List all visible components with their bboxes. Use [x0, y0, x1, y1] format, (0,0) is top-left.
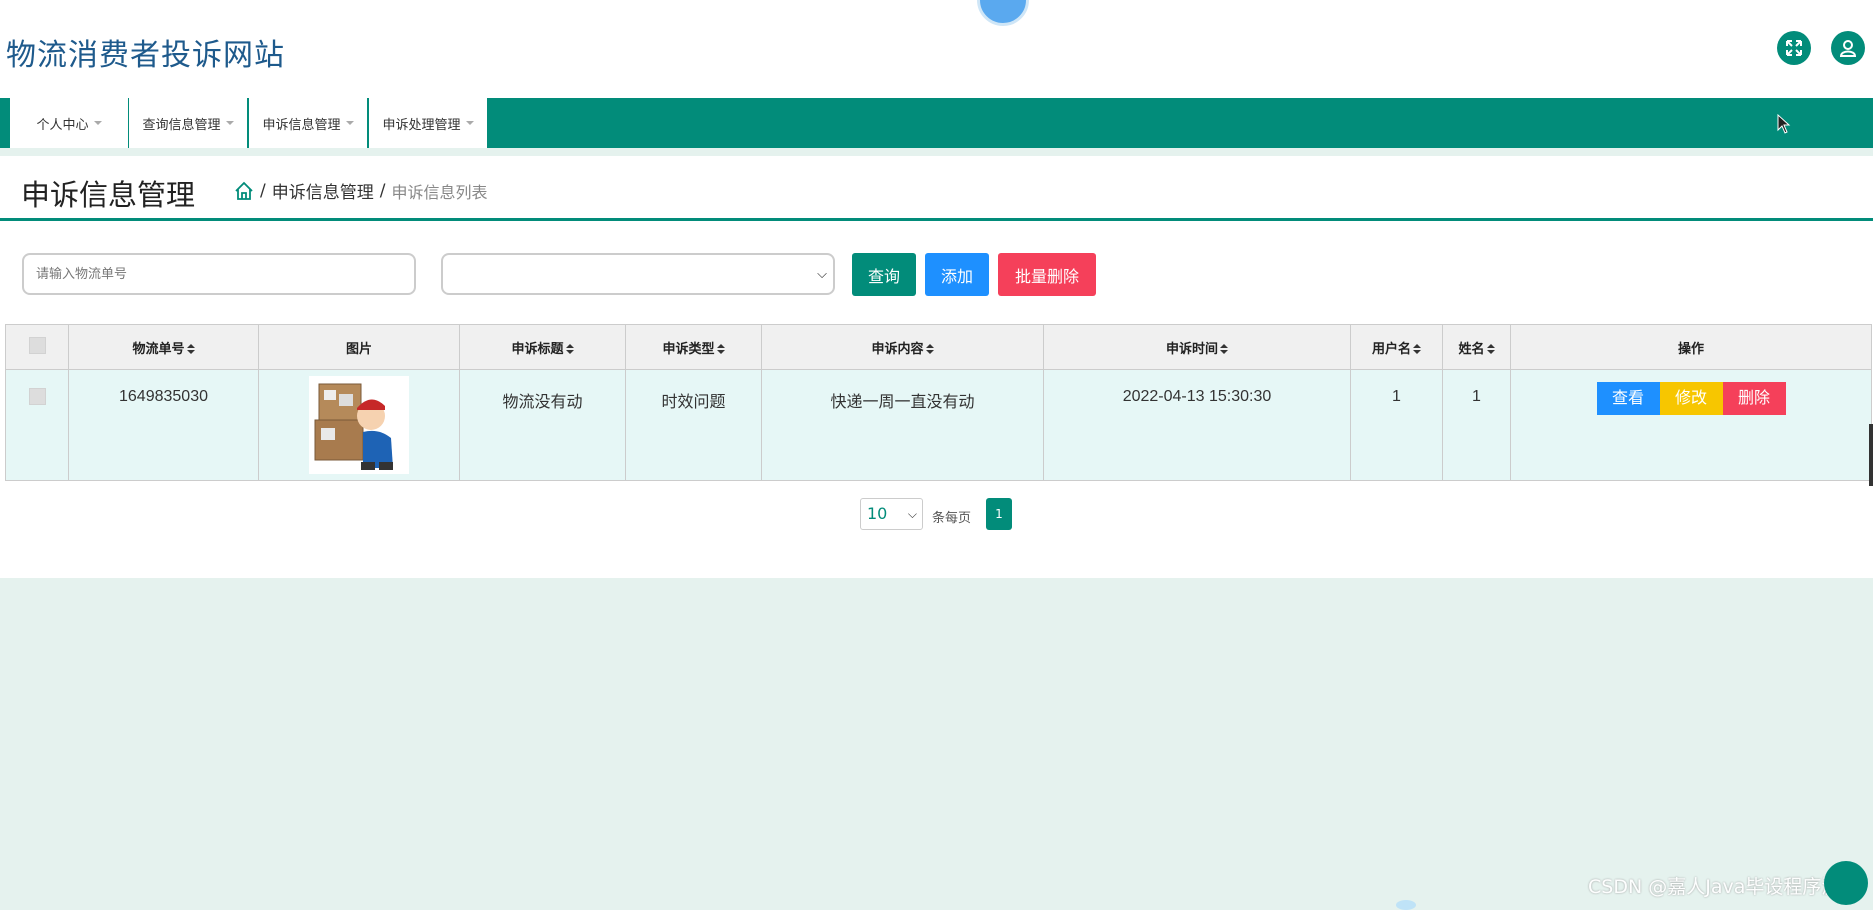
delete-button[interactable]: 删除: [1722, 382, 1786, 415]
sort-icon: [1413, 344, 1421, 355]
column-header: 操作: [1510, 324, 1872, 370]
watermark: CSDN @嘉人Java毕设程序源码: [1588, 876, 1860, 898]
floating-badge[interactable]: [977, 0, 1029, 26]
top-bar: 物流消费者投诉网站: [0, 0, 1873, 98]
select-all-checkbox[interactable]: [28, 337, 46, 354]
breadcrumb-section[interactable]: 申诉信息管理: [272, 178, 374, 203]
floating-dot: [1396, 900, 1416, 910]
tracking-number-cell: 1649835030: [68, 369, 259, 481]
tracking-number-input[interactable]: [22, 253, 416, 295]
column-header[interactable]: 申诉类型: [625, 324, 762, 370]
appeal-title-cell: 物流没有动: [459, 369, 626, 481]
floating-action-button[interactable]: [1824, 861, 1868, 905]
image-cell: [258, 369, 460, 481]
column-header[interactable]: 申诉内容: [761, 324, 1044, 370]
scrollbar-thumb[interactable]: [1869, 424, 1873, 486]
chevron-down-icon: ⌵: [907, 507, 917, 521]
page-title: 申诉信息管理: [21, 178, 196, 212]
nav-item-appeal-handling[interactable]: 申诉处理管理: [369, 98, 488, 148]
user-icon: [1839, 40, 1857, 57]
nav-item-label: 个人中心: [36, 117, 89, 133]
main-nav: 个人中心 查询信息管理 申诉信息管理 申诉处理管理: [0, 98, 1873, 148]
row-checkbox[interactable]: [28, 388, 46, 405]
sort-icon: [716, 344, 725, 355]
sort-icon: [565, 344, 574, 355]
page-number-button[interactable]: 1: [986, 498, 1012, 530]
nav-item-query-info[interactable]: 查询信息管理: [129, 98, 248, 148]
edit-button[interactable]: 修改: [1659, 382, 1723, 415]
column-header[interactable]: 物流单号: [68, 324, 259, 370]
actions-cell: 查看 修改 删除: [1510, 369, 1872, 481]
breadcrumb-current: 申诉信息列表: [391, 182, 488, 202]
username-cell: 1: [1350, 369, 1443, 481]
column-header[interactable]: 申诉标题: [459, 324, 626, 370]
caret-down-icon: [345, 121, 354, 125]
caret-down-icon: [93, 121, 102, 125]
expand-icon: [1786, 40, 1802, 56]
nav-item-label: 查询信息管理: [142, 117, 221, 133]
appeal-table: 物流单号 图片 申诉标题 申诉类型 申诉内容 申诉时间 用户名 姓名 操作 16…: [5, 324, 1872, 481]
nav-item-appeal-info[interactable]: 申诉信息管理: [249, 98, 368, 148]
add-button[interactable]: 添加: [925, 253, 989, 296]
caret-down-icon: [465, 121, 474, 125]
column-header: 图片: [258, 324, 460, 370]
column-header[interactable]: 申诉时间: [1043, 324, 1351, 370]
table-row: 1649835030 物流没有动 时效问题 快递一周一直没有动 2022-04-…: [5, 369, 1872, 481]
per-page-label: 条每页: [932, 511, 972, 526]
breadcrumb-separator: /: [379, 180, 386, 201]
chevron-down-icon: ⌵: [817, 267, 827, 282]
nav-item-label: 申诉处理管理: [382, 117, 461, 133]
appeal-type-select[interactable]: ⌵: [441, 253, 835, 295]
query-button[interactable]: 查询: [852, 253, 916, 296]
sort-icon: [1486, 344, 1495, 355]
sort-icon: [925, 344, 934, 355]
column-header[interactable]: 用户名: [1350, 324, 1443, 370]
select-all-cell[interactable]: [5, 324, 69, 370]
sort-icon: [1220, 344, 1228, 355]
table-header-row: 物流单号 图片 申诉标题 申诉类型 申诉内容 申诉时间 用户名 姓名 操作: [5, 324, 1872, 370]
home-icon[interactable]: [234, 181, 254, 201]
fullscreen-button[interactable]: [1777, 31, 1811, 65]
page-size-value: 10: [867, 504, 888, 523]
breadcrumb-separator: /: [260, 180, 266, 201]
name-cell: 1: [1442, 369, 1511, 481]
page-header: 申诉信息管理 / 申诉信息管理 / 申诉信息列表: [0, 156, 1873, 221]
content-panel: 申诉信息管理 / 申诉信息管理 / 申诉信息列表 ⌵ 查询 添加 批量删除 物流…: [0, 156, 1873, 578]
view-button[interactable]: 查看: [1596, 382, 1660, 415]
page-size-select[interactable]: 10 ⌵: [860, 498, 923, 530]
site-title: 物流消费者投诉网站: [6, 38, 285, 73]
row-select-cell[interactable]: [5, 369, 69, 481]
nav-item-personal-center[interactable]: 个人中心: [10, 98, 129, 148]
column-header[interactable]: 姓名: [1442, 324, 1511, 370]
appeal-time-cell: 2022-04-13 15:30:30: [1043, 369, 1351, 481]
batch-delete-button[interactable]: 批量删除: [998, 253, 1096, 296]
user-button[interactable]: [1831, 31, 1865, 65]
appeal-type-cell: 时效问题: [625, 369, 762, 481]
delivery-person-image: [309, 376, 409, 474]
caret-down-icon: [225, 121, 234, 125]
mouse-cursor-icon: [1777, 114, 1791, 134]
appeal-content-cell: 快递一周一直没有动: [761, 369, 1044, 481]
sort-icon: [186, 344, 195, 355]
nav-item-label: 申诉信息管理: [262, 117, 341, 133]
breadcrumb: / 申诉信息管理 / 申诉信息列表: [234, 178, 487, 203]
